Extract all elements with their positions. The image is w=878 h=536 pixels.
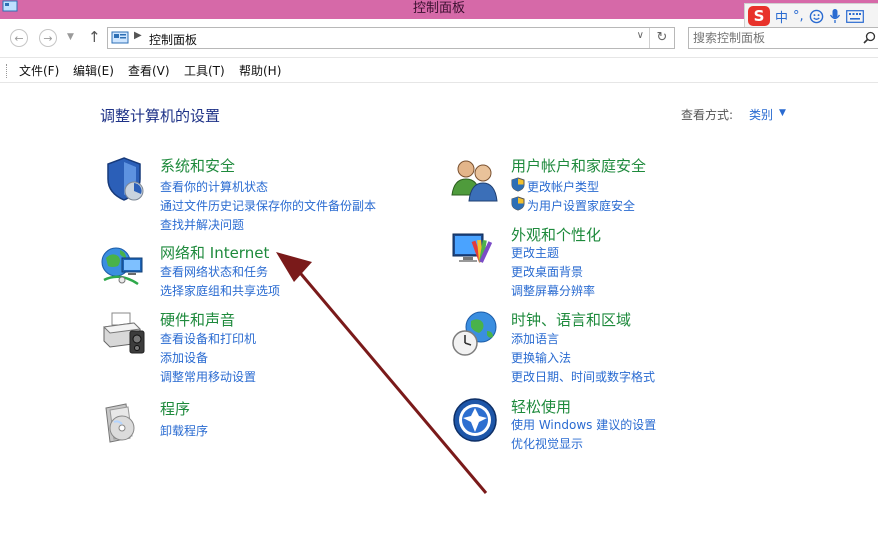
link-homegroup-sharing[interactable]: 选择家庭组和共享选项: [160, 282, 280, 299]
toolbar-grip: [6, 64, 8, 78]
link-file-history-backup[interactable]: 通过文件历史记录保存你的文件备份副本: [160, 197, 376, 214]
category-appearance: 外观和个性化 更改主题 更改桌面背景 调整屏幕分辨率: [451, 224, 791, 299]
monitor-palette-icon: [452, 233, 493, 263]
programs-disc-icon: [105, 403, 135, 443]
keyboard-icon[interactable]: [845, 9, 864, 23]
clock-globe-icon: [452, 311, 497, 356]
menu-help[interactable]: 帮助(H): [239, 62, 281, 79]
link-view-computer-status[interactable]: 查看你的计算机状态: [160, 178, 268, 195]
link-change-account-type[interactable]: 更改帐户类型: [527, 178, 599, 195]
forward-button[interactable]: →: [39, 29, 57, 47]
category-ease-of-access: 轻松使用 使用 Windows 建议的设置 优化视觉显示: [451, 396, 791, 452]
category-title[interactable]: 用户帐户和家庭安全: [511, 155, 646, 176]
category-hardware-sound: 硬件和声音 查看设备和打印机 添加设备 调整常用移动设置: [100, 309, 430, 384]
link-screen-resolution[interactable]: 调整屏幕分辨率: [511, 282, 595, 299]
link-date-time-format[interactable]: 更改日期、时间或数字格式: [511, 368, 655, 385]
link-uninstall-program[interactable]: 卸载程序: [160, 422, 208, 439]
view-by-label: 查看方式:: [681, 108, 734, 122]
menu-bar: 文件(F) 编辑(E) 查看(V) 工具(T) 帮助(H): [0, 57, 878, 83]
up-button[interactable]: ↑: [88, 28, 101, 46]
link-change-input-method[interactable]: 更换输入法: [511, 349, 571, 366]
menu-tools[interactable]: 工具(T): [184, 62, 225, 79]
address-dropdown-chevron-icon[interactable]: ∨: [637, 30, 644, 41]
link-network-status-tasks[interactable]: 查看网络状态和任务: [160, 263, 268, 280]
breadcrumb-control-panel[interactable]: 控制面板: [149, 31, 197, 48]
ime-language-toggle[interactable]: 中: [775, 7, 788, 26]
category-title[interactable]: 轻松使用: [511, 396, 571, 417]
ease-of-access-icon: [453, 398, 497, 442]
microphone-icon[interactable]: [829, 8, 841, 24]
printer-icon: [102, 312, 145, 354]
link-mobility-settings[interactable]: 调整常用移动设置: [160, 368, 256, 385]
refresh-button[interactable]: ↻: [649, 28, 674, 48]
link-desktop-background[interactable]: 更改桌面背景: [511, 263, 583, 280]
sogou-logo-icon[interactable]: S: [748, 6, 770, 26]
breadcrumb-chevron-icon[interactable]: ▶: [134, 30, 142, 41]
category-title[interactable]: 程序: [160, 398, 190, 419]
category-clock-language-region: 时钟、语言和区域 添加语言 更换输入法 更改日期、时间或数字格式: [451, 309, 791, 384]
uac-shield-icon: [511, 177, 525, 192]
link-troubleshoot[interactable]: 查找并解决问题: [160, 216, 244, 233]
category-title[interactable]: 系统和安全: [160, 155, 235, 176]
link-optimize-visual-display[interactable]: 优化视觉显示: [511, 435, 583, 452]
category-network-internet: 网络和 Internet 查看网络状态和任务 选择家庭组和共享选项: [100, 242, 430, 302]
uac-shield-icon: [511, 196, 525, 211]
recent-locations-chevron-icon[interactable]: ▼: [67, 32, 74, 42]
link-windows-suggested-settings[interactable]: 使用 Windows 建议的设置: [511, 416, 656, 433]
link-change-theme[interactable]: 更改主题: [511, 244, 559, 261]
link-family-safety[interactable]: 为用户设置家庭安全: [527, 197, 635, 214]
category-programs: 程序 卸载程序: [100, 398, 430, 448]
menu-edit[interactable]: 编辑(E): [73, 62, 114, 79]
network-globe-icon: [101, 247, 143, 286]
category-system-security: 系统和安全 查看你的计算机状态 通过文件历史记录保存你的文件备份副本 查找并解决…: [100, 155, 430, 233]
shield-icon: [107, 157, 144, 201]
back-button[interactable]: ←: [10, 29, 28, 47]
emoji-icon[interactable]: [809, 9, 824, 24]
control-panel-icon: [111, 31, 129, 44]
link-devices-printers[interactable]: 查看设备和打印机: [160, 330, 256, 347]
search-input[interactable]: [693, 30, 853, 46]
category-title[interactable]: 外观和个性化: [511, 224, 601, 245]
search-box[interactable]: [688, 27, 878, 49]
page-title: 调整计算机的设置: [100, 107, 221, 125]
ime-punctuation-toggle[interactable]: °,: [793, 9, 804, 24]
users-icon: [451, 160, 498, 202]
search-icon[interactable]: [863, 31, 876, 44]
link-add-device[interactable]: 添加设备: [160, 349, 208, 366]
menu-view[interactable]: 查看(V): [128, 62, 170, 79]
address-bar[interactable]: ▶ 控制面板 ∨ ↻: [107, 27, 675, 49]
category-title[interactable]: 硬件和声音: [160, 309, 235, 330]
menu-file[interactable]: 文件(F): [19, 62, 59, 79]
category-title[interactable]: 网络和 Internet: [160, 242, 269, 263]
view-by-chevron-down-icon[interactable]: ▼: [779, 108, 786, 118]
category-title[interactable]: 时钟、语言和区域: [511, 309, 631, 330]
navigation-bar: ← → ▼ ↑ ▶ 控制面板 ∨ ↻: [0, 26, 878, 52]
link-add-language[interactable]: 添加语言: [511, 330, 559, 347]
view-by-dropdown[interactable]: 类别: [749, 106, 773, 123]
category-user-accounts: 用户帐户和家庭安全 更改帐户类型 为用户设置家庭安全: [451, 155, 791, 215]
